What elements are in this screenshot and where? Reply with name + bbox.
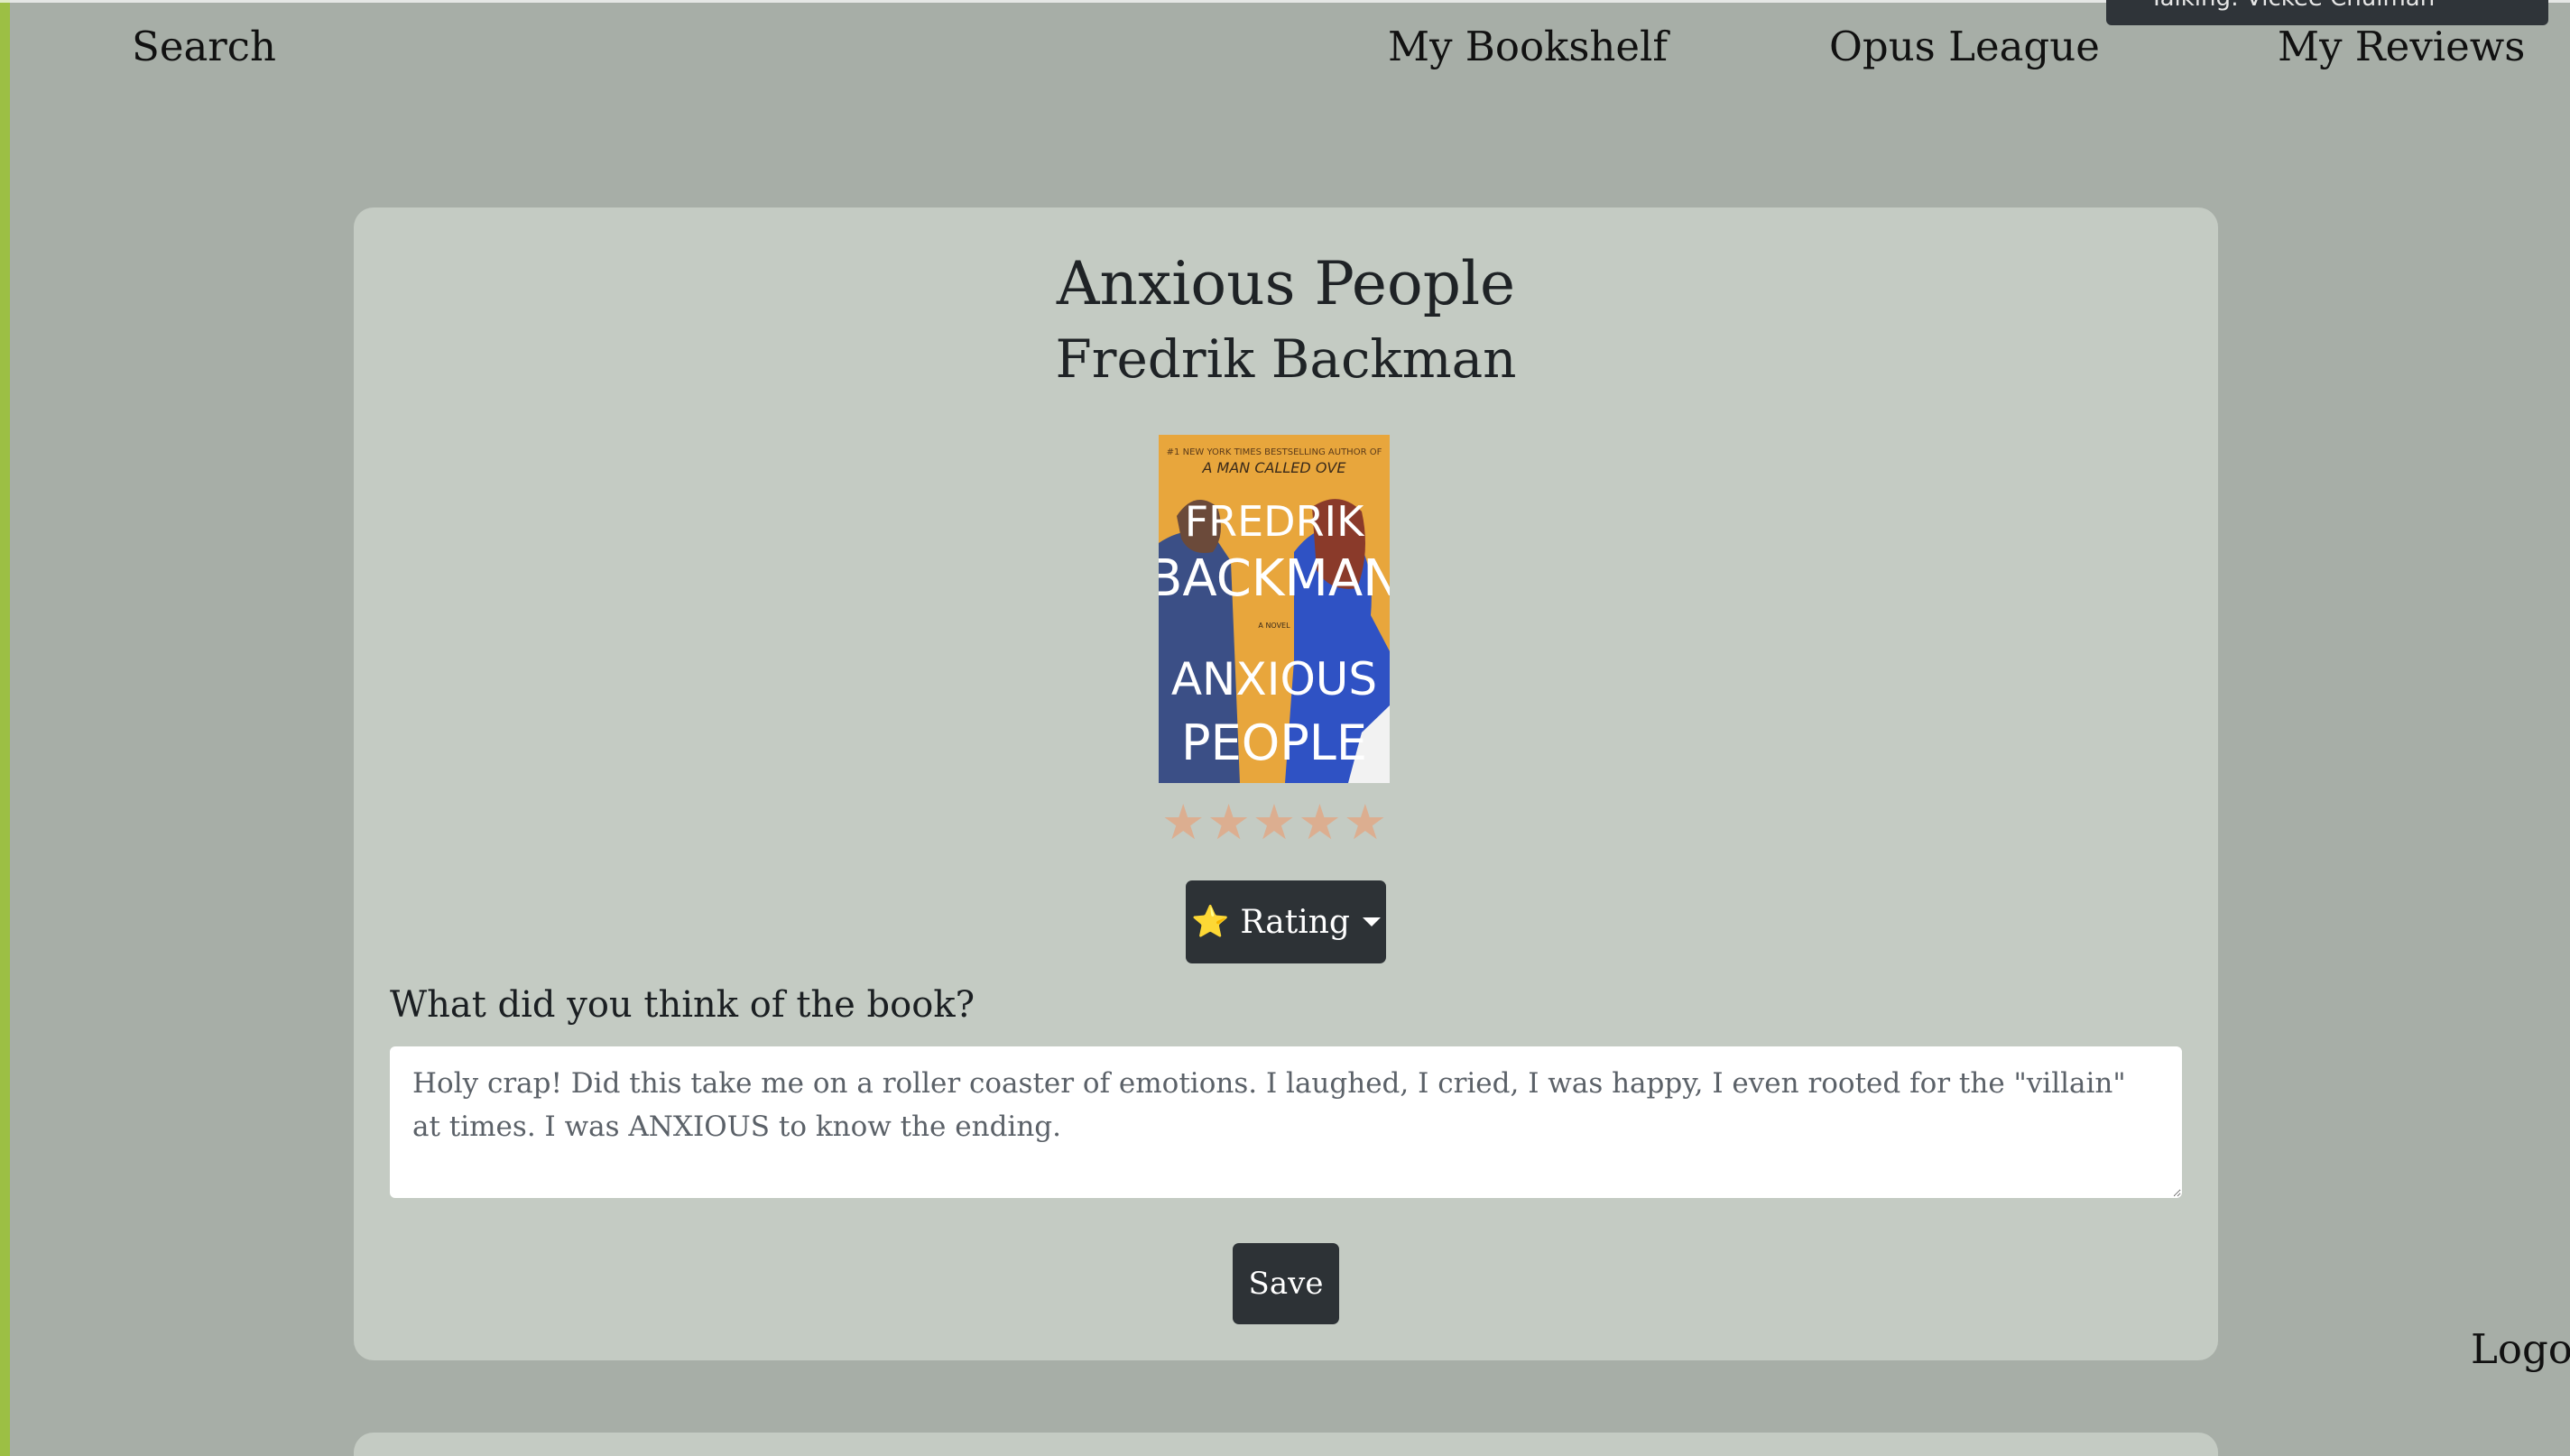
toast-notification: Talking: Vickee Chulman <box>2106 0 2548 25</box>
logout-link[interactable]: Logou <box>2471 1322 2570 1377</box>
nav-reviews-link[interactable]: My Reviews <box>2278 20 2525 74</box>
review-question-label: What did you think of the book? <box>390 984 975 1026</box>
next-card <box>354 1433 2218 1456</box>
nav-bookshelf-link[interactable]: My Bookshelf <box>1388 20 1668 74</box>
star-rating[interactable]: ★ ★ ★ ★ ★ <box>1159 794 1390 852</box>
star-icon[interactable]: ★ <box>1206 794 1250 852</box>
rating-label: Rating <box>1240 903 1350 941</box>
save-button[interactable]: Save <box>1233 1243 1339 1324</box>
review-textarea[interactable]: Holy crap! Did this take me on a roller … <box>390 1046 2182 1198</box>
toast-text: Talking: Vickee Chulman <box>2149 0 2435 16</box>
star-icon[interactable]: ★ <box>1253 794 1296 852</box>
nav-search-link[interactable]: Search <box>132 20 276 74</box>
nav-league-link[interactable]: Opus League <box>1829 20 2100 74</box>
rating-dropdown-button[interactable]: ⭐ Rating <box>1186 880 1386 963</box>
cover-tagline-top: #1 NEW YORK TIMES BESTSELLING AUTHOR OF <box>1167 447 1382 457</box>
cover-author-line2: BACKMAN <box>1159 549 1390 608</box>
caret-down-icon <box>1362 917 1381 926</box>
star-emoji-icon: ⭐ <box>1191 904 1230 940</box>
cover-author-line1: FREDRIK <box>1185 497 1365 546</box>
star-icon[interactable]: ★ <box>1344 794 1387 852</box>
book-cover-image: #1 NEW YORK TIMES BESTSELLING AUTHOR OF … <box>1159 435 1390 783</box>
review-card: Anxious People Fredrik Backman #1 NEW YO… <box>354 207 2218 1360</box>
book-title: Anxious People <box>1056 249 1516 318</box>
book-author: Fredrik Backman <box>1055 328 1517 390</box>
star-icon[interactable]: ★ <box>1298 794 1341 852</box>
left-accent-bar <box>0 0 10 1456</box>
cover-title-line2: PEOPLE <box>1181 714 1367 771</box>
cover-novel-label: A NOVEL <box>1258 622 1290 630</box>
cover-tagline-book: A MAN CALLED OVE <box>1202 459 1347 476</box>
cover-title-line1: ANXIOUS <box>1171 653 1377 705</box>
star-icon[interactable]: ★ <box>1161 794 1205 852</box>
